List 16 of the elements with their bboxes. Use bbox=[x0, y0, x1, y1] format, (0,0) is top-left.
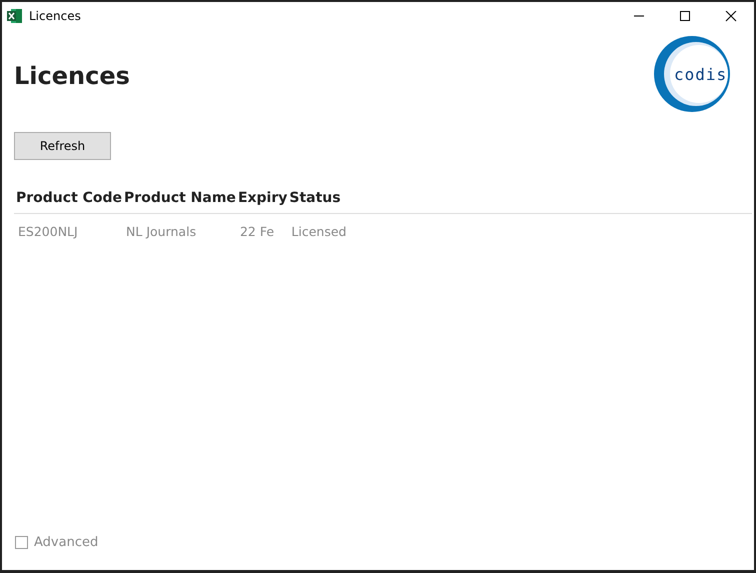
table-cell: NL Journals bbox=[122, 214, 236, 242]
checkbox-label[interactable]: Advanced bbox=[34, 532, 98, 552]
table-cell: Licensed bbox=[287, 214, 752, 242]
column-header: Status bbox=[287, 188, 752, 214]
page-heading: Licences bbox=[14, 62, 130, 91]
checkbox[interactable] bbox=[15, 536, 28, 549]
close-icon bbox=[725, 10, 737, 22]
maximize-icon bbox=[679, 10, 691, 22]
window-title: Licences bbox=[29, 8, 81, 25]
table-cell: ES200NLJ bbox=[14, 214, 122, 242]
app-icon bbox=[7, 8, 23, 24]
column-header: Expiry bbox=[236, 188, 288, 214]
column-header: Product Name bbox=[122, 188, 236, 214]
column-header: Product Code bbox=[14, 188, 122, 214]
refresh-button[interactable]: Refresh bbox=[14, 132, 111, 160]
table-cell: 22 Fe bbox=[236, 214, 288, 242]
